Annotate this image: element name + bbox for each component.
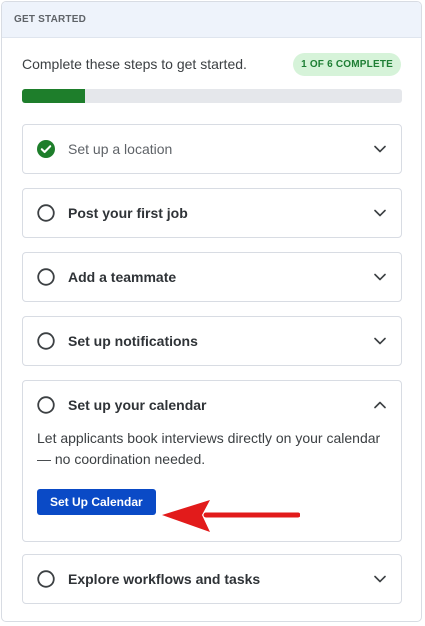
panel-title: GET STARTED (14, 14, 87, 25)
step-header[interactable]: Set up a location (23, 125, 401, 173)
chevron-down-icon[interactable] (373, 572, 387, 586)
progress-badge: 1 OF 6 COMPLETE (293, 52, 401, 76)
annotation-arrow-icon (162, 500, 300, 532)
intro-row: Complete these steps to get started. 1 O… (2, 38, 421, 90)
chevron-down-icon[interactable] (373, 142, 387, 156)
step-set-up-notifications: Set up notifications (22, 316, 402, 366)
empty-circle-icon (37, 396, 55, 414)
step-title: Set up your calendar (68, 397, 207, 413)
step-set-up-location: Set up a location (22, 124, 402, 174)
step-description: Let applicants book interviews directly … (37, 430, 381, 467)
step-explore-workflows: Explore workflows and tasks (22, 554, 402, 604)
step-title: Add a teammate (68, 269, 177, 285)
step-header[interactable]: Explore workflows and tasks (23, 555, 401, 603)
step-header[interactable]: Post your first job (23, 189, 401, 237)
progress-bar-fill (22, 89, 86, 103)
empty-circle-icon (37, 570, 55, 588)
step-title: Explore workflows and tasks (68, 571, 261, 587)
chevron-up-icon[interactable] (373, 398, 387, 412)
step-post-first-job: Post your first job (22, 188, 402, 238)
check-circle-icon (37, 140, 55, 158)
step-header[interactable]: Set up notifications (23, 317, 401, 365)
chevron-down-icon[interactable] (373, 206, 387, 220)
get-started-panel: GET STARTED Complete these steps to get … (1, 1, 422, 622)
step-title: Set up a location (68, 141, 173, 157)
progress-bar (22, 89, 402, 103)
empty-circle-icon (37, 332, 55, 350)
step-header[interactable]: Add a teammate (23, 253, 401, 301)
step-add-teammate: Add a teammate (22, 252, 402, 302)
step-header[interactable]: Set up your calendar (23, 381, 401, 429)
empty-circle-icon (37, 268, 55, 286)
chevron-down-icon[interactable] (373, 270, 387, 284)
step-title: Set up notifications (68, 333, 198, 349)
panel-header: GET STARTED (2, 2, 421, 38)
step-title: Post your first job (68, 205, 188, 221)
set-up-calendar-button[interactable]: Set Up Calendar (37, 489, 156, 515)
empty-circle-icon (37, 204, 55, 222)
chevron-down-icon[interactable] (373, 334, 387, 348)
intro-text: Complete these steps to get started. (22, 56, 247, 72)
